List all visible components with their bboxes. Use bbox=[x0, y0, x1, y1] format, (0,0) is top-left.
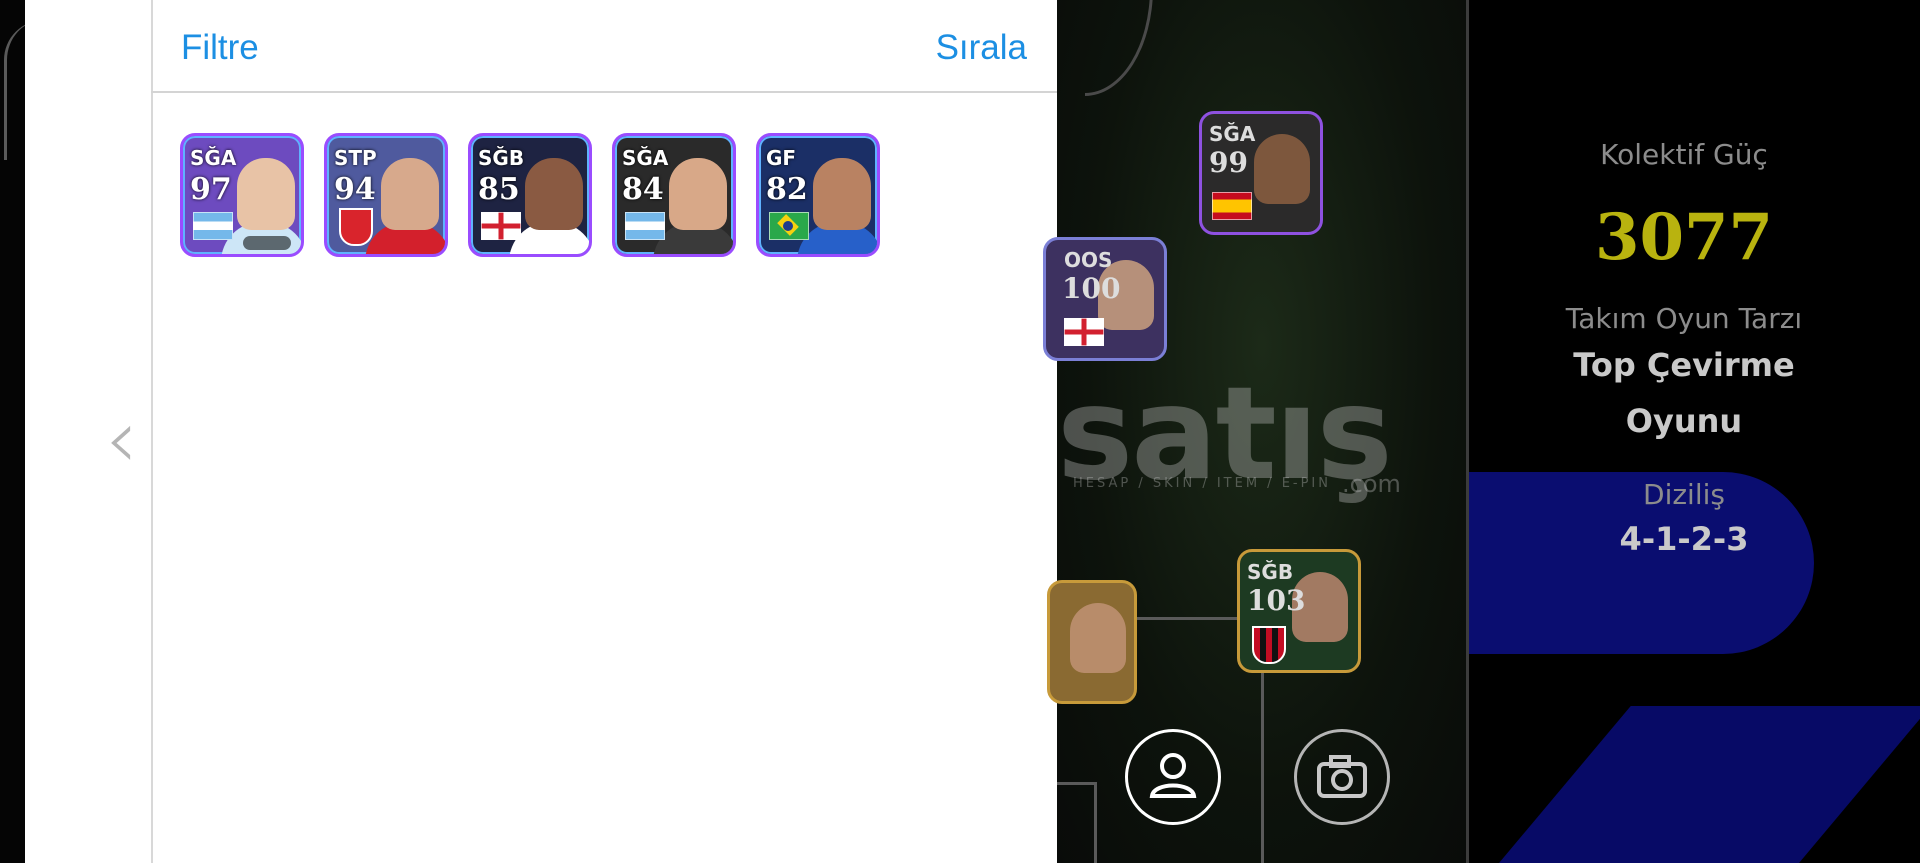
decorative-slash bbox=[1469, 706, 1920, 863]
pitch-player-card[interactable] bbox=[1047, 580, 1137, 704]
player-card[interactable]: SĞA 97 bbox=[180, 133, 304, 257]
collective-power-value: 3077 bbox=[1594, 200, 1774, 275]
argentina-flag-icon bbox=[193, 212, 233, 240]
pitch-line bbox=[1094, 782, 1097, 863]
filter-button[interactable]: Filtre bbox=[181, 28, 259, 68]
card-rating: 94 bbox=[334, 172, 376, 207]
card-rating: 85 bbox=[478, 172, 520, 207]
formation-label: Diziliş bbox=[1643, 478, 1725, 511]
card-rating: 99 bbox=[1209, 146, 1248, 179]
player-portrait bbox=[1070, 603, 1126, 673]
argentina-flag-icon bbox=[625, 212, 665, 240]
pitch-player-card[interactable]: SĞA 99 bbox=[1199, 111, 1323, 235]
card-position: OOS bbox=[1064, 248, 1113, 272]
brazil-flag-icon bbox=[769, 212, 809, 240]
card-rating: 97 bbox=[190, 172, 232, 207]
pitch-line bbox=[1057, 782, 1097, 785]
card-position: STP bbox=[334, 146, 377, 170]
card-rating: 82 bbox=[766, 172, 808, 207]
left-edge bbox=[0, 0, 25, 863]
player-portrait bbox=[669, 158, 727, 230]
arsenal-crest-icon bbox=[339, 208, 373, 246]
england-flag-icon bbox=[1064, 318, 1104, 346]
watermark-domain: .com bbox=[1342, 470, 1401, 498]
card-rating: 103 bbox=[1247, 584, 1306, 617]
england-flag-icon bbox=[481, 212, 521, 240]
card-position: SĞB bbox=[478, 146, 525, 170]
skill-badge-icon bbox=[243, 236, 291, 250]
sort-button[interactable]: Sırala bbox=[936, 28, 1027, 68]
pitch-player-card[interactable]: OOS 100 bbox=[1043, 237, 1167, 361]
formation-value[interactable]: 4-1-2-3 bbox=[1469, 520, 1899, 558]
player-portrait bbox=[813, 158, 871, 230]
player-card-list: SĞA 97 STP 94 SĞB 85 SĞA 84 GF 82 bbox=[180, 133, 880, 258]
camera-icon[interactable] bbox=[1294, 729, 1390, 825]
team-stats-panel: Kolektif Güç 3077 Takım Oyun Tarzı Top Ç… bbox=[1466, 0, 1920, 863]
player-selection-panel: ‹ Filtre Sırala SĞA 97 STP 94 SĞB 85 SĞA… bbox=[25, 0, 1057, 863]
team-style-value-line1: Top Çevirme bbox=[1573, 346, 1795, 384]
formation-pitch: satış HESAP / SKIN / ITEM / E-PIN .com S… bbox=[1043, 0, 1466, 863]
spain-flag-icon bbox=[1212, 192, 1252, 220]
player-card[interactable]: STP 94 bbox=[324, 133, 448, 257]
player-card[interactable]: GF 82 bbox=[756, 133, 880, 257]
back-chevron-icon[interactable]: ‹ bbox=[105, 395, 155, 485]
card-position: SĞB bbox=[1247, 560, 1294, 584]
player-card[interactable]: SĞA 84 bbox=[612, 133, 736, 257]
card-position: SĞA bbox=[622, 146, 669, 170]
milan-crest-icon bbox=[1252, 626, 1286, 664]
card-position: GF bbox=[766, 146, 797, 170]
player-portrait bbox=[237, 158, 295, 230]
player-portrait bbox=[1254, 134, 1310, 204]
card-rating: 100 bbox=[1062, 272, 1121, 305]
team-style-value-line2: Oyunu bbox=[1625, 402, 1743, 440]
panel-header: Filtre Sırala bbox=[151, 0, 1057, 93]
collective-power-label: Kolektif Güç bbox=[1600, 138, 1768, 171]
person-icon[interactable] bbox=[1125, 729, 1221, 825]
card-rating: 84 bbox=[622, 172, 664, 207]
player-portrait bbox=[525, 158, 583, 230]
team-style-label: Takım Oyun Tarzı bbox=[1565, 302, 1803, 335]
player-portrait bbox=[381, 158, 439, 230]
player-card[interactable]: SĞB 85 bbox=[468, 133, 592, 257]
pitch-player-card[interactable]: SĞB 103 bbox=[1237, 549, 1361, 673]
watermark-tagline: HESAP / SKIN / ITEM / E-PIN bbox=[1073, 476, 1331, 491]
card-position: SĞA bbox=[190, 146, 237, 170]
card-position: SĞA bbox=[1209, 122, 1256, 146]
